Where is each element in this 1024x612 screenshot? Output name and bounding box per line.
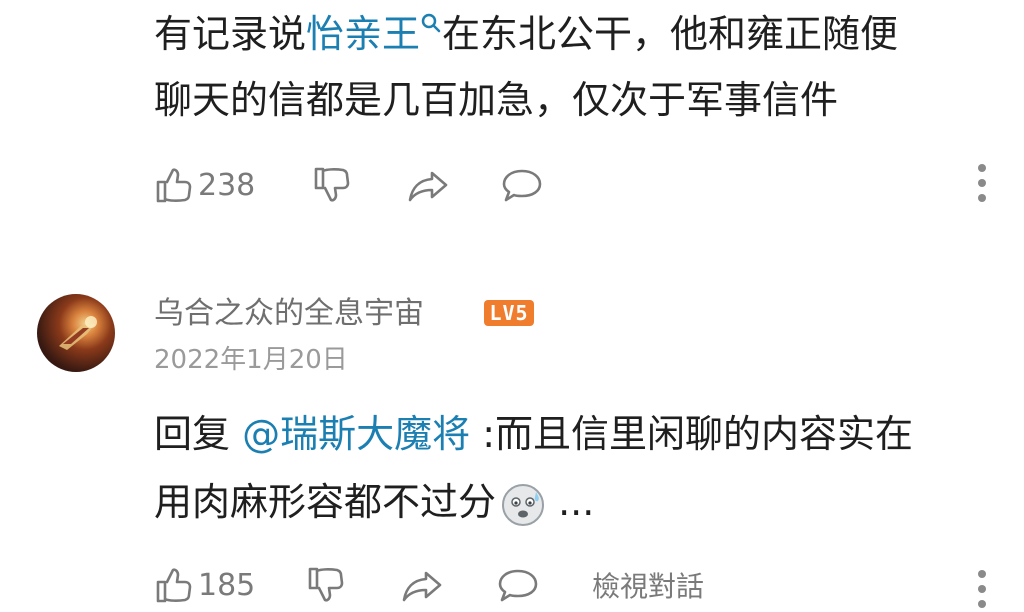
share-button[interactable] [406,160,450,210]
username[interactable]: 乌合之众的全息宇宙 [154,296,424,332]
thumbs-down-icon [308,567,344,602]
reply-text-line-1: 回复 @瑞斯大魔将 :而且信里闲聊的内容实在 [154,410,913,458]
thumbs-up-icon [156,568,192,603]
more-options-button[interactable] [976,570,988,612]
share-icon [402,571,442,602]
sweat-emoji-icon [502,483,545,526]
level-badge: LV5 [484,300,534,326]
comment-actions: 238 [0,160,1024,210]
reply-button[interactable] [500,160,544,210]
thumbs-down-icon [314,167,350,202]
like-button[interactable]: 238 [154,160,255,210]
comment-text-line-2: 聊天的信都是几百加急，仅次于军事信件 [154,78,839,122]
reply-ellipsis: ... [546,480,595,524]
thumbs-up-icon [156,168,192,203]
like-count: 238 [198,167,256,203]
reply-prefix: 回复 [154,412,243,456]
more-options-button[interactable] [976,164,988,206]
share-icon [408,171,448,202]
view-conversation-link[interactable]: 檢視對話 [592,567,704,607]
reply-text: 用肉麻形容都不过分 [154,480,497,524]
reply-actions: 185 [0,560,1024,610]
like-count: 185 [198,567,256,603]
like-button[interactable]: 185 [154,560,255,610]
comment-text: 有记录说 [154,12,307,56]
comment-block: 有记录说怡亲王 在东北公干，他和雍正随便 聊天的信都是几百加急，仅次于军事信件 … [0,0,1024,230]
mention-link[interactable]: @瑞斯大魔将 [242,412,470,456]
search-icon[interactable] [420,12,442,36]
comment-icon [502,169,542,202]
comment-text-line-1: 有记录说怡亲王 在东北公干，他和雍正随便 [154,10,898,58]
comment-text: 在东北公干，他和雍正随便 [442,12,899,56]
link-yi-qinwang[interactable]: 怡亲王 [306,12,420,56]
reply-text-line-2: 用肉麻形容都不过分 ... [154,478,594,528]
reply-text: :而且信里闲聊的内容实在 [470,412,913,456]
comment-date: 2022年1月20日 [154,345,348,375]
dislike-button[interactable] [306,560,346,610]
avatar[interactable] [37,294,115,372]
comment-icon [498,569,538,602]
share-button[interactable] [400,560,444,610]
reply-button[interactable] [496,560,540,610]
dislike-button[interactable] [312,160,352,210]
avatar-image [59,316,97,350]
